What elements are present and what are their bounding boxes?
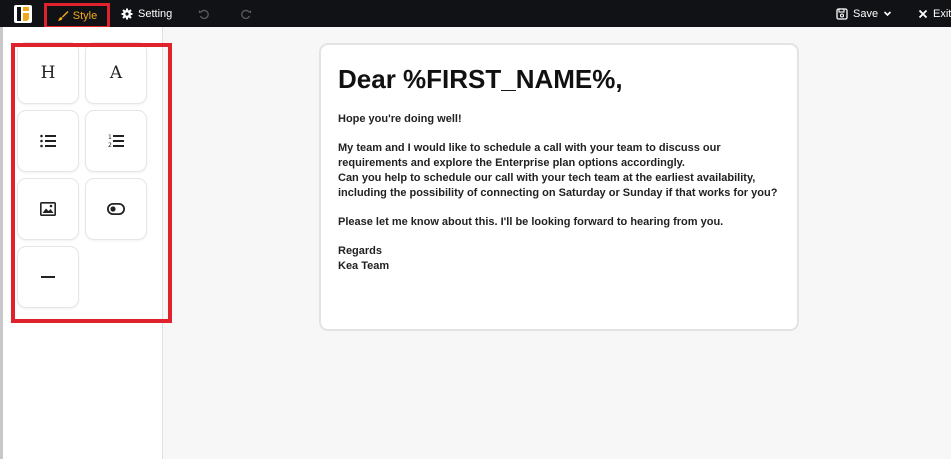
style-tab-label: Style xyxy=(72,10,98,22)
brush-icon xyxy=(57,11,69,21)
email-signature: Kea Team xyxy=(338,260,390,272)
style-tab-button[interactable]: Style xyxy=(44,3,110,29)
save-label: Save xyxy=(853,7,879,20)
exit-label: Exit xyxy=(933,7,951,20)
email-greeting: Hope you're doing well! xyxy=(338,113,462,125)
email-body[interactable]: Hope you're doing well! My team and I wo… xyxy=(338,112,790,274)
undo-button[interactable] xyxy=(198,0,210,27)
setting-tab-button[interactable]: Setting xyxy=(121,0,172,27)
redo-icon xyxy=(241,9,252,19)
redo-button[interactable] xyxy=(240,0,252,27)
save-button[interactable]: Save xyxy=(836,0,892,27)
exit-button[interactable]: Exit xyxy=(918,0,951,27)
kea-logo-icon[interactable] xyxy=(14,5,32,23)
top-toolbar: Style Setting Save Exit xyxy=(0,0,951,29)
annotation-highlight-box xyxy=(11,43,172,323)
setting-tab-label: Setting xyxy=(138,7,173,20)
save-icon xyxy=(836,7,848,20)
email-paragraph: Please let me know about this. I'll be l… xyxy=(338,216,724,228)
email-preview-card[interactable]: Dear %FIRST_NAME%, Hope you're doing wel… xyxy=(319,43,799,331)
email-heading[interactable]: Dear %FIRST_NAME%, xyxy=(338,64,623,95)
email-signoff: Regards xyxy=(338,245,383,257)
close-icon xyxy=(918,9,928,18)
email-paragraph: My team and I would like to schedule a c… xyxy=(338,142,721,169)
chevron-down-icon[interactable] xyxy=(883,9,892,18)
email-paragraph: Can you help to schedule our call with y… xyxy=(338,172,778,199)
gear-icon xyxy=(121,8,133,19)
undo-icon xyxy=(198,9,209,19)
